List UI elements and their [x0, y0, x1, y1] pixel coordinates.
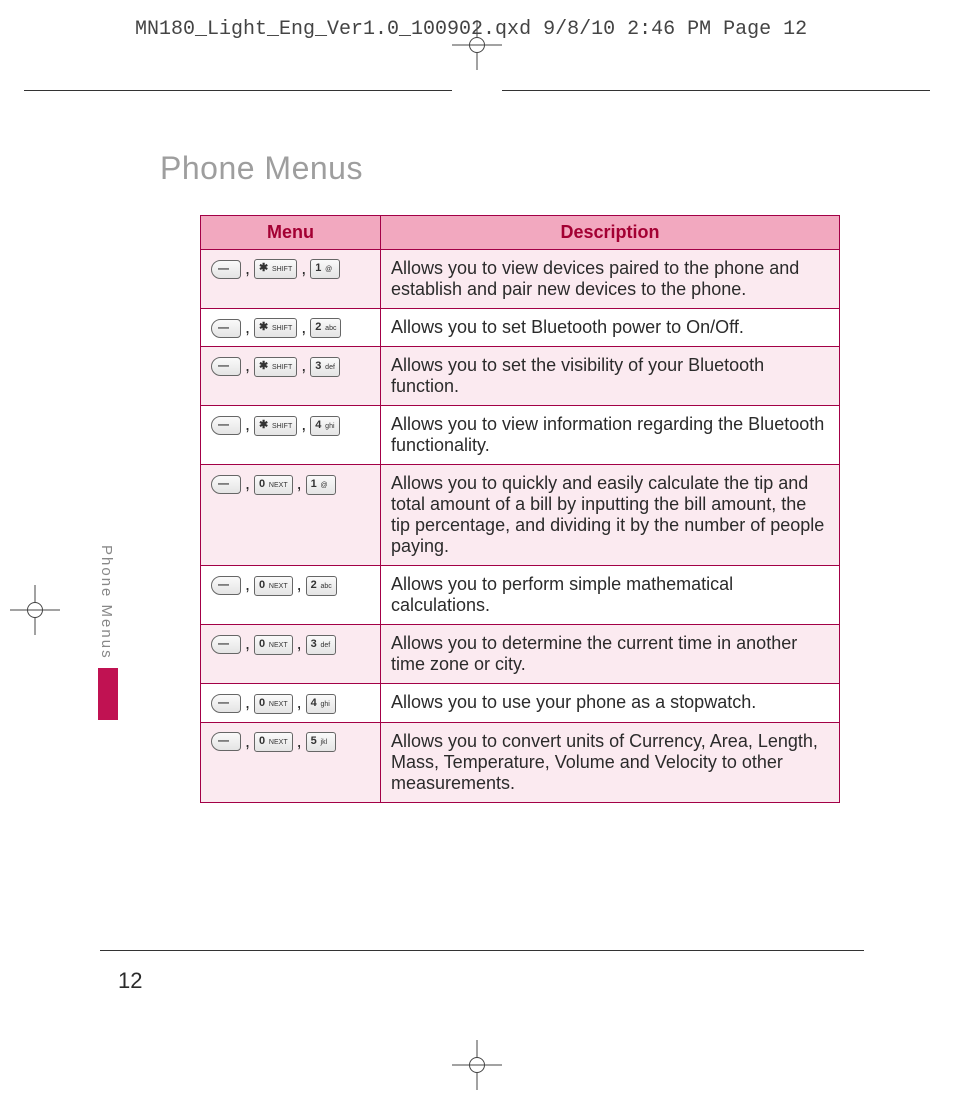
- print-slug: MN180_Light_Eng_Ver1.0_100902.qxd 9/8/10…: [135, 18, 954, 41]
- key-star: ✱ SHIFT: [254, 357, 297, 377]
- table-row: —,0 NEXT,1 @Allows you to quickly and ea…: [201, 465, 840, 566]
- table-row: —,0 NEXT,5 jklAllows you to convert unit…: [201, 722, 840, 802]
- menu-description: Allows you to quickly and easily calcula…: [381, 465, 840, 566]
- key-star: ✱ SHIFT: [254, 318, 297, 338]
- side-tab-bar: [98, 668, 118, 720]
- table-row: —,✱ SHIFT,2 abcAllows you to set Bluetoo…: [201, 309, 840, 347]
- menu-keys: —,✱ SHIFT,4 ghi: [201, 406, 381, 465]
- key-star: ✱ SHIFT: [254, 416, 297, 436]
- key-k2: 2 abc: [310, 318, 341, 338]
- menu-keys: —,0 NEXT,3 def: [201, 625, 381, 684]
- table-row: —,0 NEXT,4 ghiAllows you to use your pho…: [201, 684, 840, 722]
- menu-keys: —,0 NEXT,2 abc: [201, 566, 381, 625]
- menu-keys: —,✱ SHIFT,2 abc: [201, 309, 381, 347]
- key-k4: 4 ghi: [306, 694, 336, 714]
- key-k5: 5 jkl: [306, 732, 336, 752]
- key-zero: 0 NEXT: [254, 732, 293, 752]
- side-tab: Phone Menus: [98, 545, 120, 720]
- key-soft: —: [211, 475, 241, 494]
- menu-description: Allows you to set Bluetooth power to On/…: [381, 309, 840, 347]
- menu-description: Allows you to use your phone as a stopwa…: [381, 684, 840, 722]
- side-tab-label: Phone Menus: [98, 545, 115, 660]
- table-row: —,✱ SHIFT,3 defAllows you to set the vis…: [201, 347, 840, 406]
- menu-description: Allows you to perform simple mathematica…: [381, 566, 840, 625]
- table-row: —,✱ SHIFT,1 @Allows you to view devices …: [201, 250, 840, 309]
- key-k4: 4 ghi: [310, 416, 340, 436]
- menu-table: Menu Description —,✱ SHIFT,1 @Allows you…: [200, 215, 840, 803]
- col-header-description: Description: [381, 216, 840, 250]
- key-k3: 3 def: [306, 635, 336, 655]
- menu-description: Allows you to determine the current time…: [381, 625, 840, 684]
- menu-keys: —,0 NEXT,5 jkl: [201, 722, 381, 802]
- menu-keys: —,✱ SHIFT,3 def: [201, 347, 381, 406]
- key-zero: 0 NEXT: [254, 694, 293, 714]
- key-zero: 0 NEXT: [254, 475, 293, 495]
- key-k3: 3 def: [310, 357, 340, 377]
- menu-keys: —,0 NEXT,4 ghi: [201, 684, 381, 722]
- page-title: Phone Menus: [160, 150, 864, 187]
- key-k2: 2 abc: [306, 576, 337, 596]
- page-rule-bottom: [100, 950, 864, 951]
- col-header-menu: Menu: [201, 216, 381, 250]
- key-soft: —: [211, 357, 241, 376]
- key-zero: 0 NEXT: [254, 635, 293, 655]
- key-soft: —: [211, 694, 241, 713]
- key-soft: —: [211, 319, 241, 338]
- key-soft: —: [211, 416, 241, 435]
- menu-description: Allows you to set the visibility of your…: [381, 347, 840, 406]
- menu-description: Allows you to view devices paired to the…: [381, 250, 840, 309]
- key-k1: 1 @: [310, 259, 340, 279]
- key-soft: —: [211, 732, 241, 751]
- crop-mark-left: [10, 585, 60, 635]
- table-row: —,0 NEXT,3 defAllows you to determine th…: [201, 625, 840, 684]
- menu-keys: —,0 NEXT,1 @: [201, 465, 381, 566]
- menu-description: Allows you to convert units of Currency,…: [381, 722, 840, 802]
- menu-keys: —,✱ SHIFT,1 @: [201, 250, 381, 309]
- key-zero: 0 NEXT: [254, 576, 293, 596]
- key-soft: —: [211, 635, 241, 654]
- key-star: ✱ SHIFT: [254, 259, 297, 279]
- key-soft: —: [211, 260, 241, 279]
- key-k1: 1 @: [306, 475, 336, 495]
- table-row: —,✱ SHIFT,4 ghiAllows you to view inform…: [201, 406, 840, 465]
- menu-description: Allows you to view information regarding…: [381, 406, 840, 465]
- key-soft: —: [211, 576, 241, 595]
- table-row: —,0 NEXT,2 abcAllows you to perform simp…: [201, 566, 840, 625]
- page-number: 12: [118, 968, 142, 994]
- crop-mark-bottom: [452, 1040, 502, 1090]
